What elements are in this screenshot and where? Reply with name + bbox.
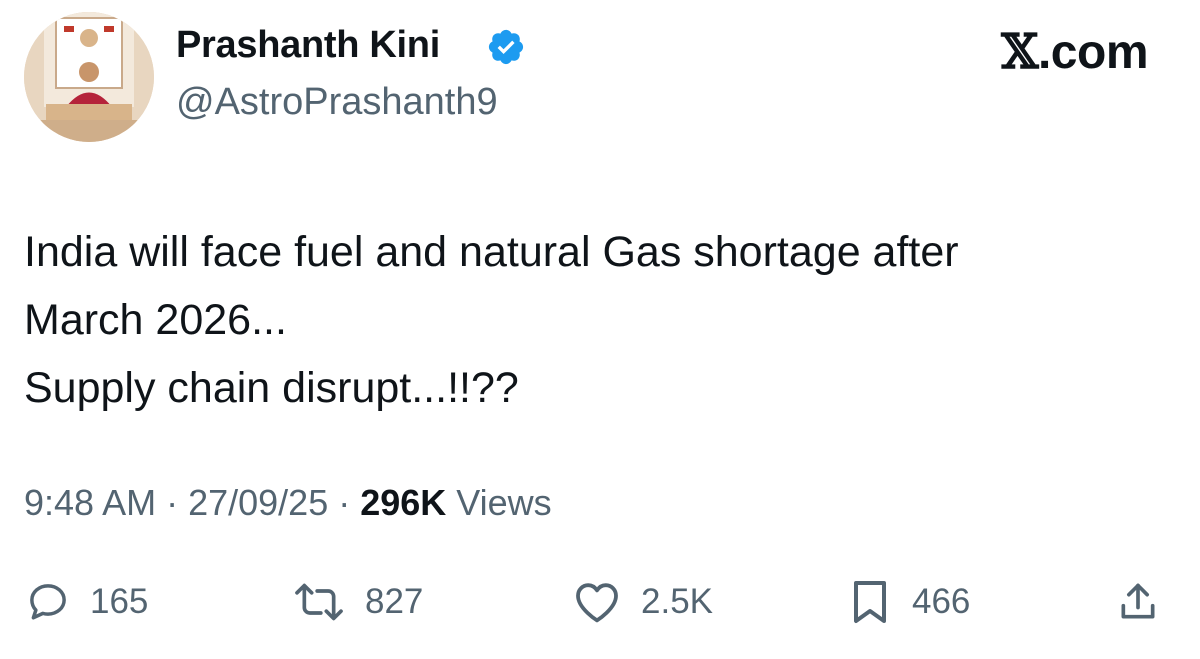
tweet-text: India will face fuel and natural Gas sho…	[24, 228, 959, 412]
views-count: 296K	[360, 482, 447, 523]
share-icon	[1121, 583, 1155, 619]
bookmark-count: 466	[912, 582, 971, 621]
avatar-image	[24, 12, 154, 142]
tweet-date[interactable]: 27/09/25	[188, 482, 328, 523]
reply-count: 165	[90, 582, 149, 621]
action-bar: 165 827 2.5K 466	[0, 572, 1200, 632]
author-handle[interactable]: @AstroPrashanth9	[176, 81, 498, 124]
reply-button[interactable]: 165	[26, 572, 148, 632]
meta-separator: ·	[328, 482, 361, 523]
brand-label: 𝕏.com	[1001, 24, 1148, 80]
like-count: 2.5K	[641, 582, 713, 621]
bookmark-button[interactable]: 466	[848, 572, 970, 632]
author-name[interactable]: Prashanth Kini	[176, 24, 440, 67]
x-logo-icon: 𝕏	[1001, 24, 1038, 80]
like-button[interactable]: 2.5K	[573, 572, 713, 632]
tweet-meta: 9:48 AM · 27/09/25 · 296K Views	[24, 482, 552, 524]
repost-icon	[295, 583, 343, 621]
repost-count: 827	[365, 582, 424, 621]
brand-domain: .com	[1037, 26, 1149, 79]
heart-icon	[576, 583, 618, 623]
views-label: Views	[446, 482, 552, 523]
repost-button[interactable]: 827	[293, 572, 423, 632]
meta-separator: ·	[156, 482, 189, 523]
reply-icon	[30, 584, 66, 620]
tweet-time[interactable]: 9:48 AM	[24, 482, 156, 523]
bookmark-icon	[854, 581, 886, 623]
avatar[interactable]	[24, 12, 154, 142]
share-button[interactable]	[1116, 572, 1160, 632]
verified-badge-icon	[488, 29, 524, 65]
